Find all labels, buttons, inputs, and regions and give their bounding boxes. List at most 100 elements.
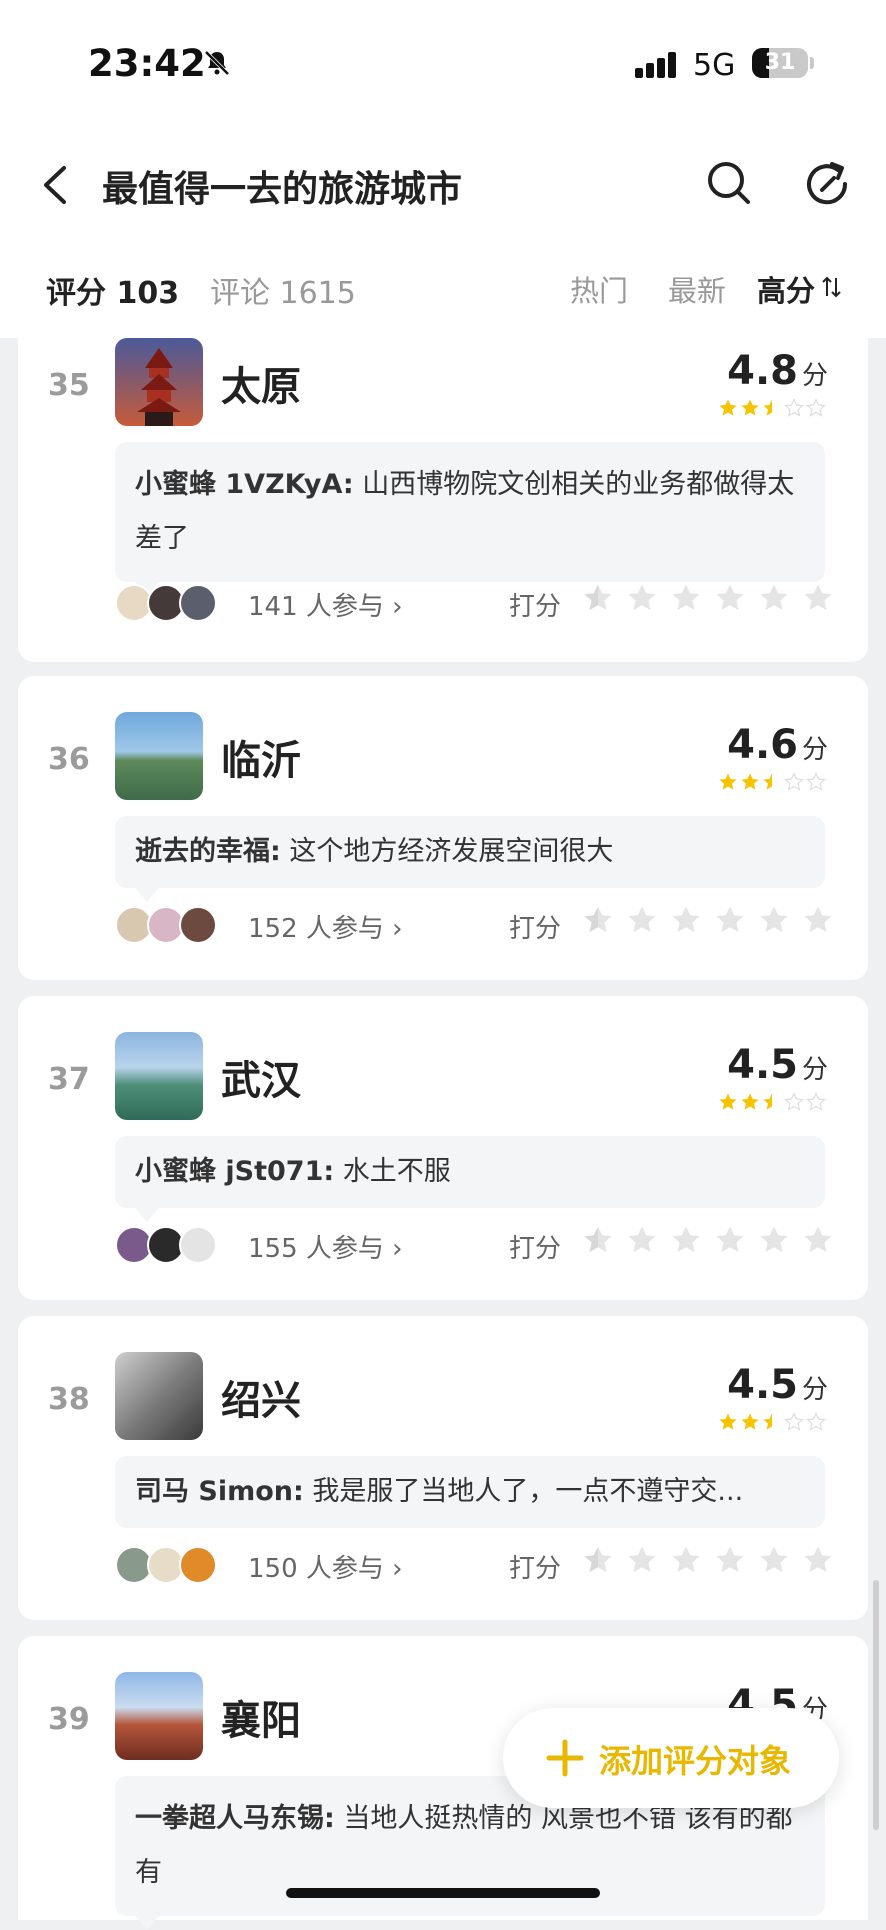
avatar	[179, 1226, 217, 1264]
home-indicator[interactable]	[286, 1888, 600, 1898]
comment-author: 小蜜蜂 1VZKyA:	[135, 469, 354, 500]
tab-bar: 评分 103 评论 1615 热门 最新 高分	[0, 240, 886, 338]
sort-toggle-icon[interactable]	[822, 274, 842, 300]
share-icon[interactable]	[802, 158, 852, 208]
back-arrow-icon[interactable]	[36, 160, 76, 210]
cellular-signal-icon	[635, 52, 676, 78]
rate-stars-input[interactable]	[582, 582, 846, 614]
city-name: 临沂	[221, 738, 301, 784]
rate-star-icon[interactable]	[758, 1224, 792, 1256]
add-rating-target-button[interactable]: 添加评分对象	[503, 1708, 839, 1808]
city-thumbnail	[115, 1352, 203, 1440]
star-rating-display	[718, 772, 828, 792]
rate-star-icon[interactable]	[802, 1544, 836, 1576]
top-comment[interactable]: 司马 Simon: 我是服了当地人了，一点不遵守交...	[115, 1456, 825, 1528]
participants-link[interactable]: 141 人参与 ›	[248, 586, 403, 623]
city-thumbnail	[115, 1032, 203, 1120]
rate-star-icon[interactable]	[626, 904, 660, 936]
participants-link[interactable]: 150 人参与 ›	[248, 1548, 403, 1585]
comment-text: 我是服了当地人了，一点不遵守交...	[312, 1476, 744, 1507]
rate-star-icon[interactable]	[582, 1224, 616, 1256]
rate-star-icon[interactable]	[626, 1544, 660, 1576]
city-name: 襄阳	[221, 1698, 301, 1744]
participant-avatars	[115, 1546, 235, 1584]
sort-hot[interactable]: 热门	[570, 268, 628, 310]
rate-star-icon[interactable]	[758, 582, 792, 614]
rate-star-icon[interactable]	[670, 1224, 704, 1256]
plus-icon	[546, 1739, 584, 1777]
rate-stars-input[interactable]	[582, 904, 846, 936]
rate-star-icon[interactable]	[582, 582, 616, 614]
rate-star-icon[interactable]	[714, 1544, 748, 1576]
rate-star-icon[interactable]	[758, 1544, 792, 1576]
participants-link[interactable]: 155 人参与 ›	[248, 1228, 403, 1265]
rank-number: 35	[48, 368, 90, 403]
comment-text: 这个地方经济发展空间很大	[289, 836, 614, 867]
city-thumbnail	[115, 712, 203, 800]
sort-high-score[interactable]: 高分	[757, 268, 815, 310]
mute-bell-icon	[204, 50, 230, 76]
rate-star-icon[interactable]	[626, 582, 660, 614]
top-comment[interactable]: 小蜜蜂 1VZKyA: 山西博物院文创相关的业务都做得太差了	[115, 442, 825, 596]
rate-star-icon[interactable]	[670, 1544, 704, 1576]
rate-star-icon[interactable]	[714, 904, 748, 936]
page-title: 最值得一去的旅游城市	[102, 169, 463, 210]
avatar	[179, 1546, 217, 1584]
tab-comments[interactable]: 评论 1615	[210, 268, 356, 312]
rate-star-icon[interactable]	[670, 582, 704, 614]
rate-label: 打分	[509, 1554, 562, 1584]
list-item[interactable]: 38 绍兴 4.5 分 司马 Simon: 我是服了当地人了，一点不遵守交... …	[18, 1316, 868, 1620]
rate-star-icon[interactable]	[670, 904, 704, 936]
rate-stars-input[interactable]	[582, 1544, 846, 1576]
star-rating-display	[718, 1412, 828, 1432]
score: 4.6 分	[727, 722, 828, 768]
city-thumbnail	[115, 338, 203, 426]
search-icon[interactable]	[704, 158, 754, 208]
score: 4.8 分	[727, 348, 828, 394]
comment-author: 逝去的幸福:	[135, 836, 281, 867]
tab-ratings[interactable]: 评分 103	[46, 268, 179, 312]
list-item[interactable]: 36 临沂 4.6 分 逝去的幸福: 这个地方经济发展空间很大 152 人参与 ›…	[18, 676, 868, 980]
battery-icon: 31	[752, 48, 808, 78]
rate-stars-input[interactable]	[582, 1224, 846, 1256]
status-time: 23:42	[88, 42, 206, 85]
rank-number: 38	[48, 1382, 90, 1417]
network-type: 5G	[693, 48, 736, 83]
top-comment[interactable]: 逝去的幸福: 这个地方经济发展空间很大	[115, 816, 825, 902]
list-item[interactable]: 37 武汉 4.5 分 小蜜蜂 jSt071: 水土不服 155 人参与 › 打分	[18, 996, 868, 1300]
comment-author: 司马 Simon:	[135, 1476, 304, 1507]
top-comment[interactable]: 小蜜蜂 jSt071: 水土不服	[115, 1136, 825, 1222]
rate-star-icon[interactable]	[758, 904, 792, 936]
add-rating-target-label: 添加评分对象	[599, 1742, 792, 1780]
rate-star-icon[interactable]	[802, 904, 836, 936]
rank-number: 37	[48, 1062, 90, 1097]
city-name: 武汉	[221, 1058, 301, 1104]
avatar	[179, 584, 217, 622]
participant-avatars	[115, 906, 235, 944]
rate-star-icon[interactable]	[582, 1544, 616, 1576]
comment-author: 小蜜蜂 jSt071:	[135, 1156, 335, 1187]
rate-label: 打分	[509, 914, 562, 944]
rate-star-icon[interactable]	[802, 582, 836, 614]
score: 4.5 分	[727, 1362, 828, 1408]
scrollbar[interactable]	[873, 1580, 879, 1830]
rate-label: 打分	[509, 592, 562, 622]
rate-star-icon[interactable]	[714, 1224, 748, 1256]
participant-avatars	[115, 584, 235, 622]
avatar	[179, 906, 217, 944]
rate-star-icon[interactable]	[802, 1224, 836, 1256]
rate-star-icon[interactable]	[714, 582, 748, 614]
rate-label: 打分	[509, 1234, 562, 1264]
star-rating-display	[718, 398, 828, 418]
list-item[interactable]: 35 太原 4.8 分 小蜜蜂 1VZKyA: 山西博物院文创相关的业务都做得太差…	[18, 338, 868, 662]
rate-star-icon[interactable]	[626, 1224, 660, 1256]
city-thumbnail	[115, 1672, 203, 1760]
city-name: 绍兴	[221, 1378, 301, 1424]
sort-latest[interactable]: 最新	[668, 268, 726, 310]
rate-star-icon[interactable]	[582, 904, 616, 936]
star-rating-display	[718, 1092, 828, 1112]
rank-number: 39	[48, 1702, 90, 1737]
comment-author: 一拳超人马东锡:	[135, 1803, 335, 1834]
participants-link[interactable]: 152 人参与 ›	[248, 908, 403, 945]
score: 4.5 分	[727, 1042, 828, 1088]
